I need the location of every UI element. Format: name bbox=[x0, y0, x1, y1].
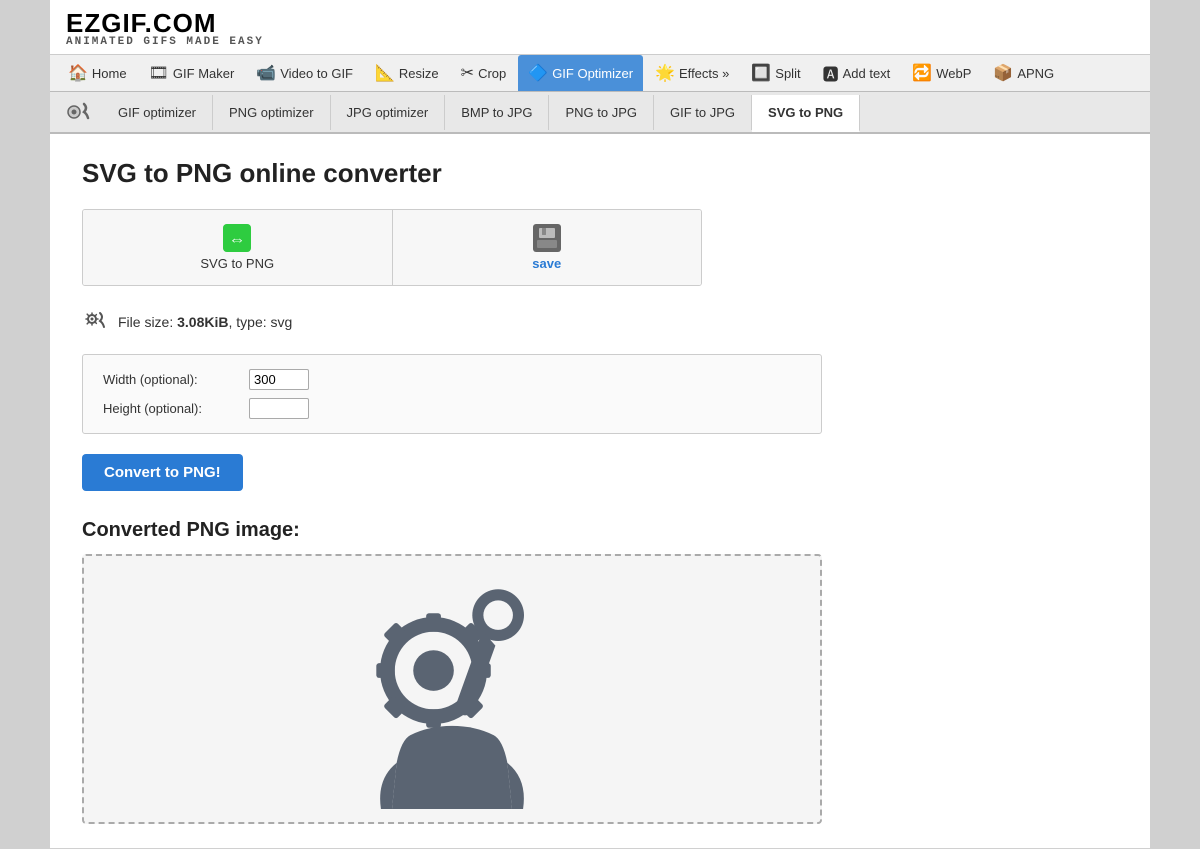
nav-item-webp[interactable]: 🔁 WebP bbox=[902, 55, 981, 91]
logo-main: EZGIF.COM bbox=[66, 10, 1134, 36]
save-tool-label: save bbox=[532, 256, 561, 271]
nav-item-gif-maker[interactable]: 🎞 GIF Maker bbox=[139, 55, 245, 91]
page-title: SVG to PNG online converter bbox=[82, 158, 1118, 189]
options-box: Width (optional): Height (optional): bbox=[82, 354, 822, 434]
subnav-logo bbox=[58, 92, 98, 132]
nav-label-effects: Effects » bbox=[679, 66, 729, 81]
converted-image-box bbox=[82, 554, 822, 824]
crop-icon: ✂ bbox=[461, 63, 474, 83]
file-settings-icon bbox=[82, 306, 108, 338]
nav-label-gif-maker: GIF Maker bbox=[173, 66, 234, 81]
nav-item-add-text[interactable]: 🅰 Add text bbox=[813, 55, 901, 91]
subnav-item-png-optimizer[interactable]: PNG optimizer bbox=[213, 95, 331, 130]
subnav-item-svg-to-png[interactable]: SVG to PNG bbox=[752, 95, 860, 132]
subnav-item-jpg-optimizer[interactable]: JPG optimizer bbox=[331, 95, 446, 130]
logo[interactable]: EZGIF.COM ANIMATED GIFS MADE EASY bbox=[66, 10, 1134, 48]
converted-svg-preview bbox=[292, 569, 612, 809]
apng-icon: 📦 bbox=[993, 63, 1013, 83]
nav-item-video-to-gif[interactable]: 📹 Video to GIF bbox=[246, 55, 363, 91]
file-size-text: File size: 3.08KiB, type: svg bbox=[118, 314, 292, 330]
nav-label-gif-optimizer: GIF Optimizer bbox=[552, 66, 633, 81]
subnav-item-bmp-to-jpg[interactable]: BMP to JPG bbox=[445, 95, 549, 130]
nav-label-crop: Crop bbox=[478, 66, 506, 81]
width-label: Width (optional): bbox=[103, 372, 243, 387]
logo-sub: ANIMATED GIFS MADE EASY bbox=[66, 36, 1134, 48]
svg-to-png-tool-label: SVG to PNG bbox=[200, 256, 274, 271]
text-icon: 🅰 bbox=[823, 61, 839, 85]
svg-text:⇔: ⇔ bbox=[229, 230, 246, 249]
nav-label-apng: APNG bbox=[1017, 66, 1054, 81]
save-icon bbox=[533, 224, 561, 252]
subnav-item-gif-to-jpg[interactable]: GIF to JPG bbox=[654, 95, 752, 130]
nav-item-home[interactable]: 🏠 Home bbox=[58, 55, 137, 91]
webp-icon: 🔁 bbox=[912, 63, 932, 83]
optimizer-icon: 🔷 bbox=[528, 63, 548, 83]
nav-label-video-to-gif: Video to GIF bbox=[280, 66, 353, 81]
nav-label-home: Home bbox=[92, 66, 127, 81]
tool-buttons-bar: ⇔ SVG to PNG save bbox=[82, 209, 702, 286]
nav-label-webp: WebP bbox=[936, 66, 971, 81]
nav-item-apng[interactable]: 📦 APNG bbox=[983, 55, 1064, 91]
height-input[interactable] bbox=[249, 398, 309, 419]
svg-to-png-icon: ⇔ bbox=[223, 224, 251, 252]
converted-section: Converted PNG image: bbox=[82, 519, 1118, 824]
convert-button[interactable]: Convert to PNG! bbox=[82, 454, 243, 491]
video-icon: 📹 bbox=[256, 63, 276, 83]
nav-label-split: Split bbox=[775, 66, 800, 81]
subnav-item-png-to-jpg[interactable]: PNG to JPG bbox=[549, 95, 654, 130]
split-icon: 🔲 bbox=[751, 63, 771, 83]
gif-maker-icon: 🎞 bbox=[149, 63, 169, 83]
subnav-item-gif-optimizer[interactable]: GIF optimizer bbox=[102, 95, 213, 130]
resize-icon: 📐 bbox=[375, 63, 395, 83]
file-info-section: File size: 3.08KiB, type: svg bbox=[82, 306, 1118, 338]
home-icon: 🏠 bbox=[68, 63, 88, 83]
effects-icon: 🌟 bbox=[655, 63, 675, 83]
height-option-row: Height (optional): bbox=[103, 398, 801, 419]
nav-item-crop[interactable]: ✂ Crop bbox=[451, 55, 517, 91]
height-label: Height (optional): bbox=[103, 401, 243, 416]
main-nav: 🏠 Home 🎞 GIF Maker 📹 Video to GIF 📐 Resi… bbox=[50, 55, 1150, 92]
width-input[interactable] bbox=[249, 369, 309, 390]
nav-item-gif-optimizer[interactable]: 🔷 GIF Optimizer bbox=[518, 55, 643, 91]
gear-wrench-small-icon bbox=[62, 96, 94, 128]
width-option-row: Width (optional): bbox=[103, 369, 801, 390]
nav-label-resize: Resize bbox=[399, 66, 439, 81]
nav-label-add-text: Add text bbox=[843, 66, 891, 81]
nav-item-split[interactable]: 🔲 Split bbox=[741, 55, 810, 91]
save-tool-button[interactable]: save bbox=[393, 210, 702, 285]
sub-nav: GIF optimizer PNG optimizer JPG optimize… bbox=[50, 92, 1150, 134]
converted-section-title: Converted PNG image: bbox=[82, 519, 1118, 542]
nav-item-effects[interactable]: 🌟 Effects » bbox=[645, 55, 739, 91]
svg-to-png-tool-button[interactable]: ⇔ SVG to PNG bbox=[83, 210, 393, 285]
nav-item-resize[interactable]: 📐 Resize bbox=[365, 55, 449, 91]
